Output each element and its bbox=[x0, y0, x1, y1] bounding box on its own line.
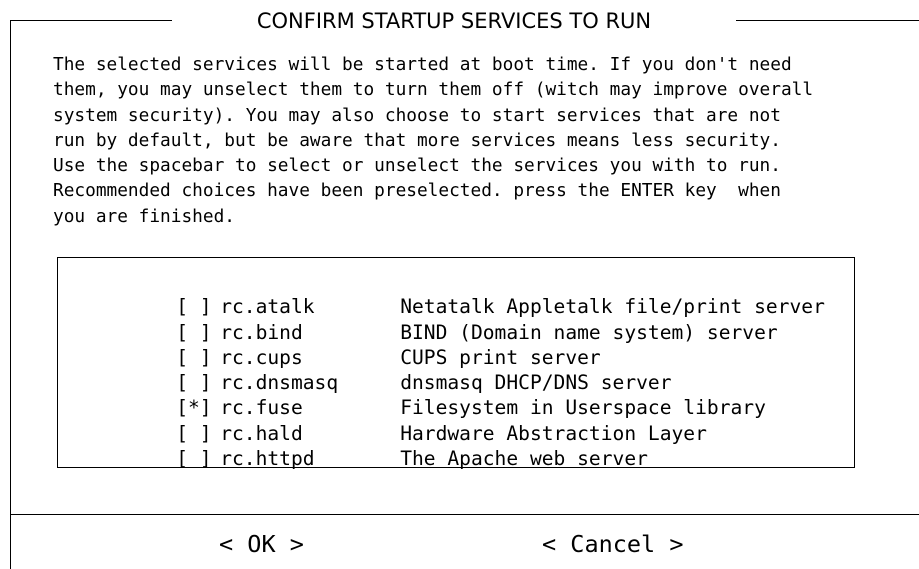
service-item-rc-atalk[interactable]: [ ] rc.atalk Netatalk Appletalk file/print… bbox=[129, 269, 825, 318]
service-item-rc-hald[interactable]: [ ] rc.hald Hardware Abstraction Layer bbox=[129, 396, 707, 445]
service-checklist: [ ] rc.atalk Netatalk Appletalk file/print… bbox=[57, 257, 855, 470]
service-item-rc-dnsmasq[interactable]: [ ] rc.dnsmasq dnsmasq DHCP/DNS server bbox=[129, 345, 671, 394]
cancel-button[interactable]: < Cancel > bbox=[542, 526, 683, 562]
dialog-frame-top-right bbox=[736, 20, 919, 21]
dialog-frame-left bbox=[10, 20, 11, 569]
dialog-title: CONFIRM STARTUP SERVICES TO RUN bbox=[256, 9, 652, 33]
service-item-rc-httpd[interactable]: [ ] rc.httpd The Apache web server bbox=[129, 421, 648, 470]
dialog-frame-top-left bbox=[10, 20, 172, 21]
service-item-rc-cups[interactable]: [ ] rc.cups CUPS print server bbox=[129, 320, 601, 369]
service-description: The Apache web server bbox=[400, 447, 648, 471]
service-item-rc-bind[interactable]: [ ] rc.bind BIND (Domain name system) serv… bbox=[129, 294, 778, 344]
service-name: rc.httpd bbox=[220, 447, 315, 471]
checkbox[interactable]: [ ] bbox=[176, 446, 220, 471]
ok-button[interactable]: < OK > bbox=[219, 526, 304, 562]
dialog-description: The selected services will be started at… bbox=[53, 54, 814, 227]
button-bar-divider bbox=[10, 514, 919, 515]
service-item-rc-fuse[interactable]: [*] rc.fuse Filesystem in Userspace librar… bbox=[129, 370, 766, 419]
